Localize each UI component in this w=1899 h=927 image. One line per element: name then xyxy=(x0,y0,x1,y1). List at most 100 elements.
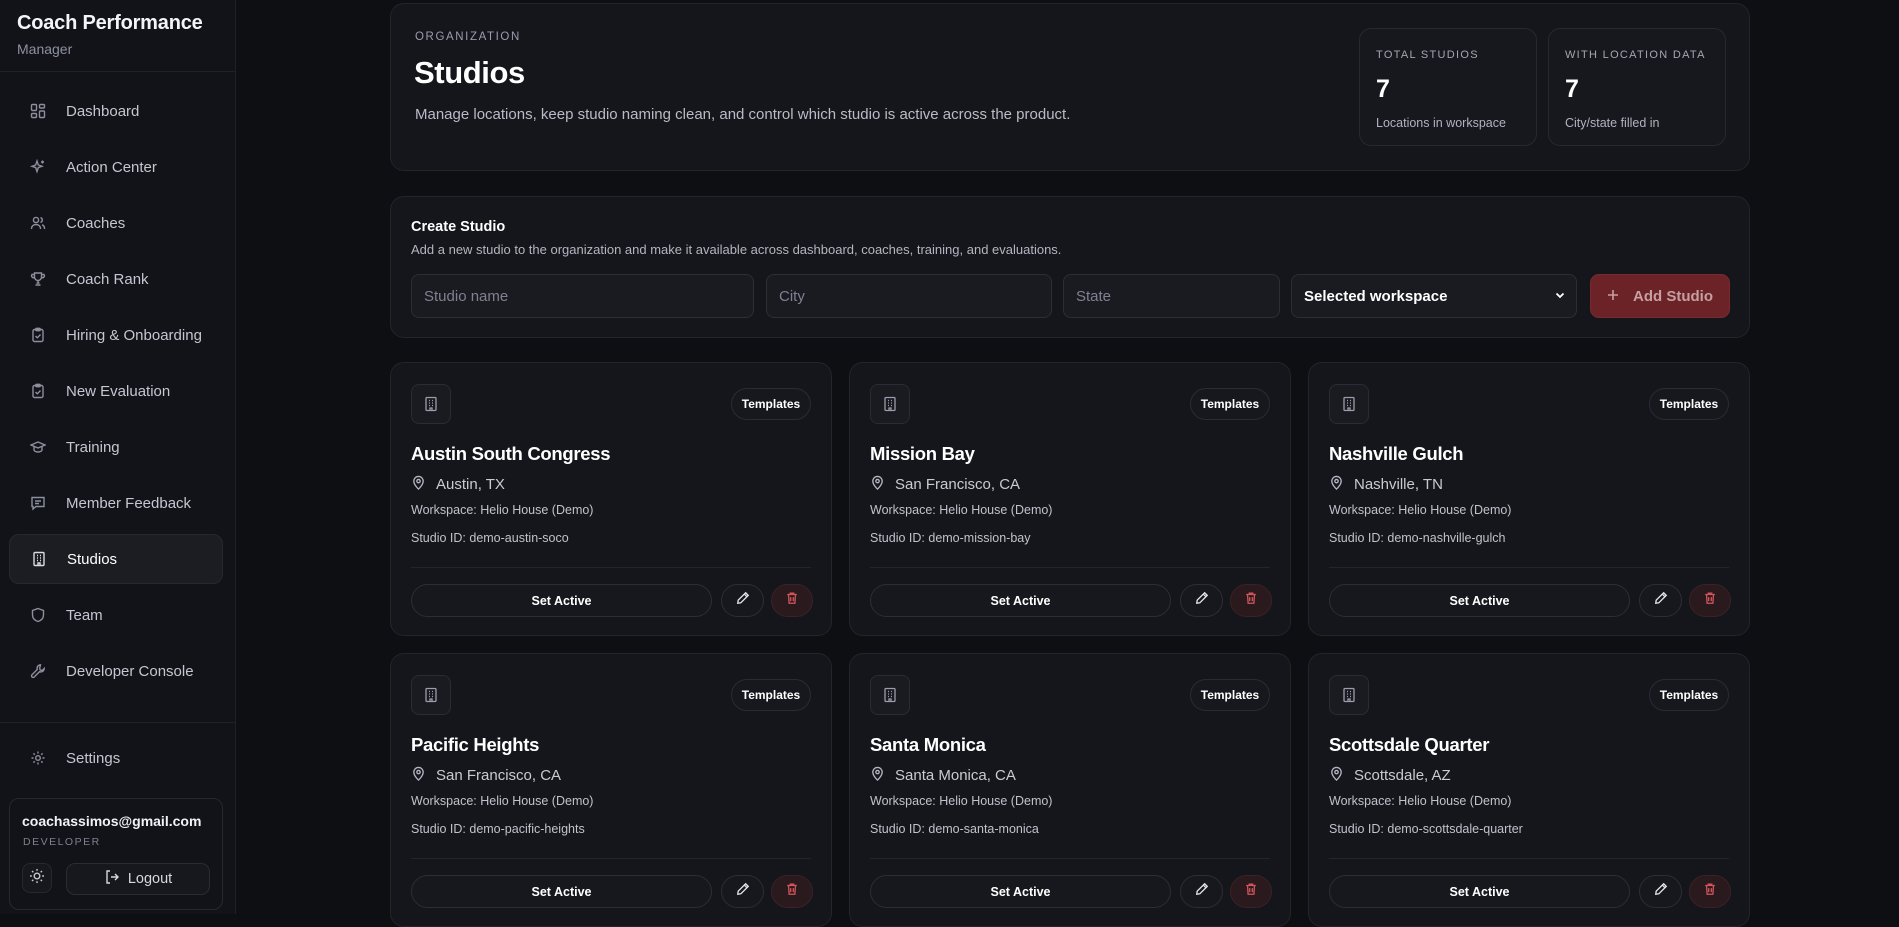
building-icon xyxy=(1329,384,1369,424)
pencil-icon xyxy=(736,882,750,901)
pencil-icon xyxy=(1654,882,1668,901)
set-active-button[interactable]: Set Active xyxy=(411,584,712,617)
card-divider xyxy=(870,567,1270,568)
workspace-select-value: Selected workspace xyxy=(1304,287,1448,305)
stat-value: 7 xyxy=(1376,75,1390,103)
set-active-button[interactable]: Set Active xyxy=(870,584,1171,617)
sidebar-item-label: Member Feedback xyxy=(66,494,192,512)
studio-card: Templates Santa Monica Santa Monica, CA … xyxy=(849,653,1291,927)
logout-label: Logout xyxy=(127,871,173,887)
templates-label: Templates xyxy=(1200,397,1260,411)
state-input[interactable] xyxy=(1063,274,1280,318)
map-pin-icon xyxy=(870,766,885,785)
logout-button[interactable]: Logout xyxy=(66,863,210,895)
logout-icon xyxy=(104,869,120,889)
building-icon xyxy=(1329,675,1369,715)
templates-button[interactable]: Templates xyxy=(1649,679,1729,711)
set-active-button[interactable]: Set Active xyxy=(1329,584,1630,617)
chevron-down-icon xyxy=(1554,288,1566,305)
set-active-label: Set Active xyxy=(531,593,592,608)
stat-total-studios: TOTAL STUDIOS 7 Locations in workspace xyxy=(1359,28,1537,146)
clipboard-check-icon xyxy=(30,383,46,399)
sidebar-item-coaches[interactable]: Coaches xyxy=(9,198,223,248)
studio-workspace: Workspace: Helio House (Demo) xyxy=(870,503,1053,517)
sidebar-item-new-evaluation[interactable]: New Evaluation xyxy=(9,366,223,416)
delete-studio-button[interactable] xyxy=(1689,584,1731,617)
studio-id: Studio ID: demo-nashville-gulch xyxy=(1329,531,1506,545)
set-active-button[interactable]: Set Active xyxy=(870,875,1171,908)
templates-label: Templates xyxy=(741,688,801,702)
studio-location-text: San Francisco, CA xyxy=(436,767,562,784)
studio-card: Templates Pacific Heights San Francisco,… xyxy=(390,653,832,927)
sparkle-icon xyxy=(30,159,46,175)
users-icon xyxy=(30,215,46,231)
studio-id: Studio ID: demo-mission-bay xyxy=(870,531,1031,545)
sidebar-item-coach-rank[interactable]: Coach Rank xyxy=(9,254,223,304)
studio-id: Studio ID: demo-austin-soco xyxy=(411,531,569,545)
edit-studio-button[interactable] xyxy=(1180,875,1223,908)
studio-location: San Francisco, CA xyxy=(870,475,1020,494)
clipboard-icon xyxy=(30,327,46,343)
sidebar-item-action-center[interactable]: Action Center xyxy=(9,142,223,192)
sidebar-item-label: Action Center xyxy=(66,158,157,176)
stat-caption: City/state filled in xyxy=(1565,116,1660,130)
trash-icon xyxy=(1244,591,1258,610)
app-title: Coach Performance xyxy=(17,12,203,34)
stat-with-location-data: WITH LOCATION DATA 7 City/state filled i… xyxy=(1548,28,1726,146)
trash-icon xyxy=(1703,591,1717,610)
sidebar-item-developer-console[interactable]: Developer Console xyxy=(9,646,223,696)
add-studio-label: Add Studio xyxy=(1633,287,1713,305)
sidebar-item-studios[interactable]: Studios xyxy=(9,534,223,584)
studio-name: Austin South Congress xyxy=(411,443,611,464)
edit-studio-button[interactable] xyxy=(1639,584,1682,617)
shield-icon xyxy=(30,607,46,623)
user-card: coachassimos@gmail.com DEVELOPER Logout xyxy=(9,798,223,910)
studio-location-text: Nashville, TN xyxy=(1354,476,1443,493)
delete-studio-button[interactable] xyxy=(771,875,813,908)
studio-location-text: Scottsdale, AZ xyxy=(1354,767,1451,784)
sidebar-item-training[interactable]: Training xyxy=(9,422,223,472)
studio-location: Santa Monica, CA xyxy=(870,766,1016,785)
map-pin-icon xyxy=(411,475,426,494)
stat-value: 7 xyxy=(1565,75,1579,103)
sidebar-item-label: Settings xyxy=(66,749,121,767)
sidebar-item-team[interactable]: Team xyxy=(9,590,223,640)
edit-studio-button[interactable] xyxy=(1180,584,1223,617)
sidebar-item-dashboard[interactable]: Dashboard xyxy=(9,86,223,136)
sidebar-item-member-feedback[interactable]: Member Feedback xyxy=(9,478,223,528)
add-studio-button[interactable]: Add Studio xyxy=(1590,274,1730,318)
templates-label: Templates xyxy=(1659,397,1719,411)
building-icon xyxy=(31,551,47,567)
templates-button[interactable]: Templates xyxy=(731,388,811,420)
delete-studio-button[interactable] xyxy=(1230,875,1272,908)
set-active-label: Set Active xyxy=(1449,593,1510,608)
set-active-button[interactable]: Set Active xyxy=(411,875,712,908)
sidebar-item-settings[interactable]: Settings xyxy=(9,733,223,783)
templates-button[interactable]: Templates xyxy=(1190,679,1270,711)
studio-name: Pacific Heights xyxy=(411,734,540,755)
building-icon xyxy=(870,675,910,715)
workspace-select[interactable]: Selected workspace xyxy=(1291,274,1577,318)
set-active-button[interactable]: Set Active xyxy=(1329,875,1630,908)
delete-studio-button[interactable] xyxy=(771,584,813,617)
theme-toggle-button[interactable] xyxy=(22,863,52,893)
building-icon xyxy=(870,384,910,424)
map-pin-icon xyxy=(411,766,426,785)
templates-button[interactable]: Templates xyxy=(1190,388,1270,420)
templates-button[interactable]: Templates xyxy=(1649,388,1729,420)
city-input[interactable] xyxy=(766,274,1052,318)
sidebar-item-label: Hiring & Onboarding xyxy=(66,326,202,344)
map-pin-icon xyxy=(870,475,885,494)
edit-studio-button[interactable] xyxy=(721,584,764,617)
create-studio-title: Create Studio xyxy=(411,219,506,235)
set-active-label: Set Active xyxy=(990,593,1051,608)
studio-name-input[interactable] xyxy=(411,274,754,318)
delete-studio-button[interactable] xyxy=(1230,584,1272,617)
templates-button[interactable]: Templates xyxy=(731,679,811,711)
edit-studio-button[interactable] xyxy=(1639,875,1682,908)
edit-studio-button[interactable] xyxy=(721,875,764,908)
sidebar-item-label: Coaches xyxy=(66,214,126,232)
trash-icon xyxy=(785,591,799,610)
delete-studio-button[interactable] xyxy=(1689,875,1731,908)
sidebar-item-hiring-onboarding[interactable]: Hiring & Onboarding xyxy=(9,310,223,360)
